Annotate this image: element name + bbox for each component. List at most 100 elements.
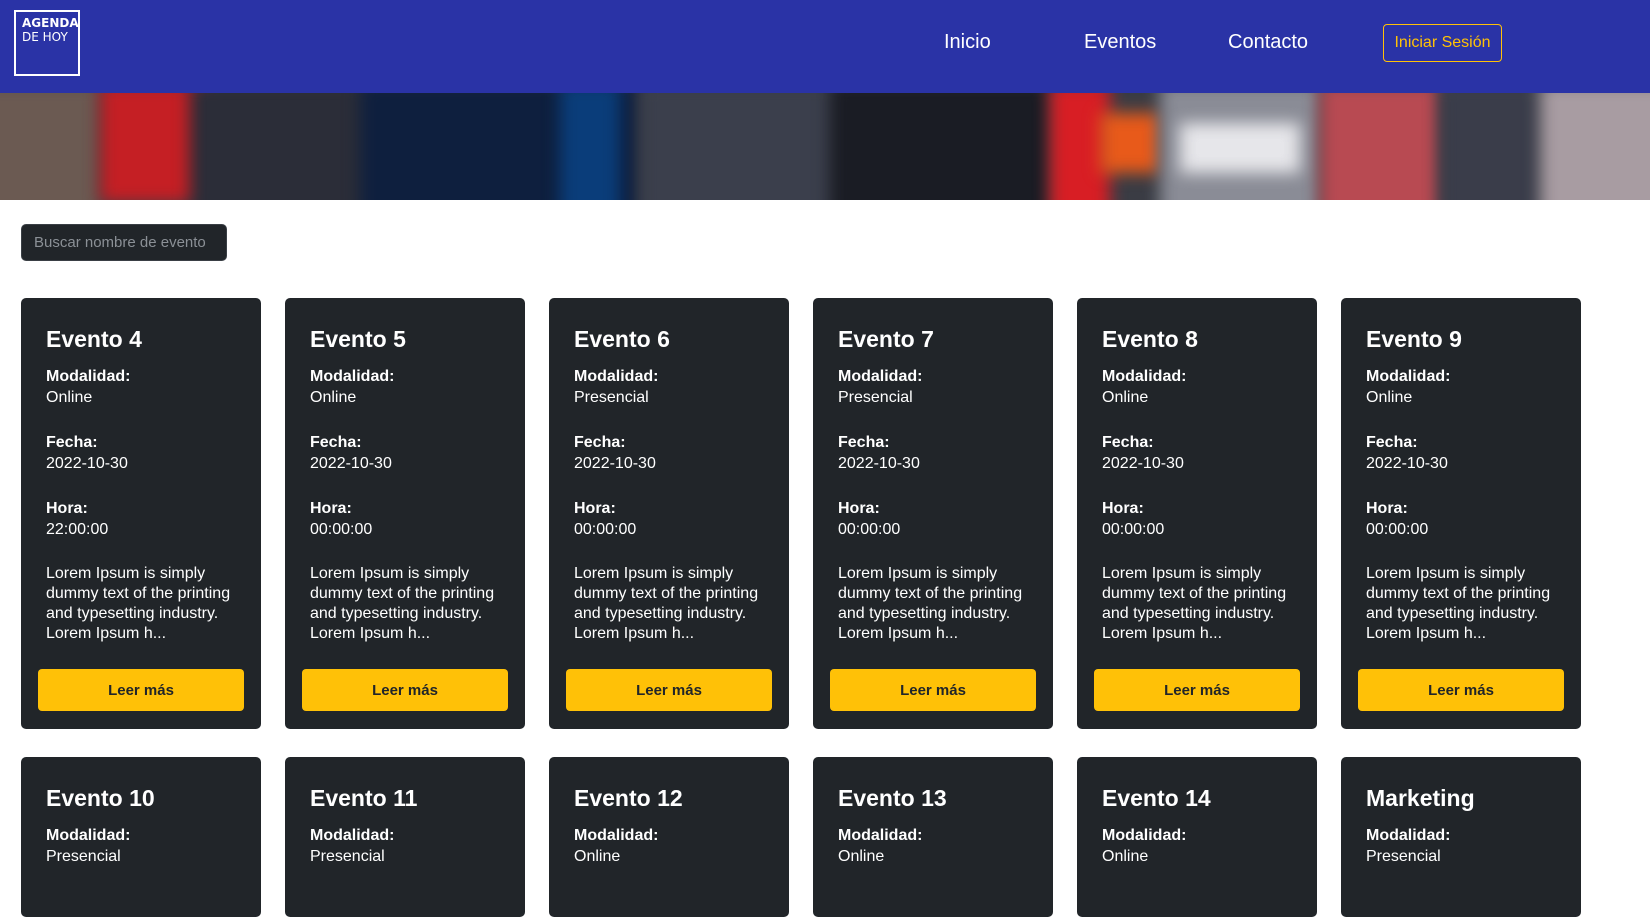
hero-banner: [0, 93, 1650, 200]
navbar: AGENDA DE HOY Inicio Eventos Contacto In…: [0, 0, 1650, 93]
event-title: Evento 4: [46, 326, 142, 352]
event-title: Marketing: [1366, 785, 1475, 811]
modalidad-label: Modalidad:: [46, 827, 131, 844]
event-title: Evento 5: [310, 326, 406, 352]
modalidad-value: Online: [838, 848, 885, 865]
modalidad-label: Modalidad:: [310, 368, 395, 385]
hero-photo-shape: [1100, 113, 1160, 173]
login-button[interactable]: Iniciar Sesión: [1383, 24, 1502, 62]
event-description: Lorem Ipsum is simply dummy text of the …: [1102, 565, 1287, 642]
modalidad-value: Presencial: [838, 389, 913, 406]
modalidad-label: Modalidad:: [46, 368, 131, 385]
event-card: Evento 6 Modalidad: Presencial Fecha: 2022-1…: [549, 298, 789, 729]
fecha-value: 2022-10-30: [310, 455, 392, 472]
hora-value: 22:00:00: [46, 521, 109, 538]
event-search-input[interactable]: [21, 224, 227, 261]
hero-photo-shape: [1440, 93, 1540, 200]
fecha-value: 2022-10-30: [46, 455, 128, 472]
hero-photo-shape: [0, 93, 100, 200]
fecha-label: Fecha:: [1102, 434, 1154, 451]
event-title: Evento 14: [1102, 785, 1211, 811]
event-description: Lorem Ipsum is simply dummy text of the …: [310, 565, 495, 642]
modalidad-value: Online: [574, 848, 621, 865]
event-title: Evento 12: [574, 785, 683, 811]
event-card: Evento 9 Modalidad: Online Fecha: 2022-10-30…: [1341, 298, 1581, 729]
event-card: Evento 5 Modalidad: Online Fecha: 2022-10-30…: [285, 298, 525, 729]
modalidad-label: Modalidad:: [310, 827, 395, 844]
modalidad-label: Modalidad:: [838, 827, 923, 844]
read-more-button[interactable]: Leer más: [1358, 669, 1564, 711]
hero-photo-shape: [560, 93, 620, 200]
hero-photo-shape: [1180, 123, 1300, 173]
event-description: Lorem Ipsum is simply dummy text of the …: [838, 565, 1023, 642]
event-description: Lorem Ipsum is simply dummy text of the …: [1366, 565, 1551, 642]
event-title: Evento 11: [310, 785, 418, 811]
fecha-value: 2022-10-30: [838, 455, 920, 472]
event-description: Lorem Ipsum is simply dummy text of the …: [574, 565, 759, 642]
modalidad-value: Presencial: [574, 389, 649, 406]
modalidad-value: Online: [310, 389, 357, 406]
nav-contacto[interactable]: Contacto: [1228, 31, 1308, 54]
nav-eventos[interactable]: Eventos: [1084, 31, 1156, 54]
event-title: Evento 10: [46, 785, 155, 811]
event-card: Marketing Modalidad: Presencial: [1341, 757, 1581, 917]
hora-value: 00:00:00: [838, 521, 901, 538]
modalidad-label: Modalidad:: [574, 827, 659, 844]
hora-value: 00:00:00: [310, 521, 373, 538]
event-card: Evento 10 Modalidad: Presencial: [21, 757, 261, 917]
modalidad-label: Modalidad:: [1102, 827, 1187, 844]
modalidad-label: Modalidad:: [838, 368, 923, 385]
modalidad-label: Modalidad:: [1366, 827, 1451, 844]
fecha-value: 2022-10-30: [574, 455, 656, 472]
read-more-button[interactable]: Leer más: [38, 669, 244, 711]
logo-line-2: DE HOY: [22, 30, 68, 44]
event-title: Evento 7: [838, 326, 934, 352]
event-card: Evento 4 Modalidad: Online Fecha: 2022-10-30…: [21, 298, 261, 729]
hero-photo-shape: [830, 93, 1050, 200]
hora-label: Hora:: [574, 500, 616, 517]
hora-value: 00:00:00: [1102, 521, 1165, 538]
read-more-button[interactable]: Leer más: [302, 669, 508, 711]
modalidad-value: Presencial: [310, 848, 385, 865]
fecha-label: Fecha:: [574, 434, 626, 451]
modalidad-value: Online: [1102, 848, 1149, 865]
read-more-button[interactable]: Leer más: [1094, 669, 1300, 711]
fecha-label: Fecha:: [46, 434, 98, 451]
event-title: Evento 13: [838, 785, 947, 811]
event-card: Evento 8 Modalidad: Online Fecha: 2022-10-30…: [1077, 298, 1317, 729]
hora-label: Hora:: [46, 500, 88, 517]
modalidad-value: Presencial: [46, 848, 121, 865]
event-card: Evento 11 Modalidad: Presencial: [285, 757, 525, 917]
read-more-button[interactable]: Leer más: [830, 669, 1036, 711]
event-card: Evento 13 Modalidad: Online: [813, 757, 1053, 917]
modalidad-label: Modalidad:: [1366, 368, 1451, 385]
event-card: Evento 7 Modalidad: Presencial Fecha: 2022-1…: [813, 298, 1053, 729]
hora-label: Hora:: [310, 500, 352, 517]
fecha-value: 2022-10-30: [1366, 455, 1448, 472]
logo-line-1: AGENDA: [22, 16, 79, 30]
hora-value: 00:00:00: [574, 521, 637, 538]
modalidad-label: Modalidad:: [574, 368, 659, 385]
fecha-value: 2022-10-30: [1102, 455, 1184, 472]
modalidad-value: Presencial: [1366, 848, 1441, 865]
hora-value: 00:00:00: [1366, 521, 1429, 538]
modalidad-value: Online: [1102, 389, 1149, 406]
hora-label: Hora:: [1102, 500, 1144, 517]
nav-inicio[interactable]: Inicio: [944, 31, 991, 54]
event-description: Lorem Ipsum is simply dummy text of the …: [46, 565, 231, 642]
hero-photo-shape: [1320, 93, 1440, 200]
site-logo[interactable]: AGENDA DE HOY: [14, 10, 80, 76]
read-more-button[interactable]: Leer más: [566, 669, 772, 711]
hero-photo-shape: [1540, 93, 1650, 200]
event-card: Evento 12 Modalidad: Online: [549, 757, 789, 917]
event-card: Evento 14 Modalidad: Online: [1077, 757, 1317, 917]
event-title: Evento 9: [1366, 326, 1462, 352]
hero-photo-shape: [190, 93, 370, 200]
modalidad-label: Modalidad:: [1102, 368, 1187, 385]
hero-photo-shape: [640, 93, 840, 200]
hora-label: Hora:: [838, 500, 880, 517]
event-title: Evento 8: [1102, 326, 1198, 352]
modalidad-value: Online: [1366, 389, 1413, 406]
fecha-label: Fecha:: [838, 434, 890, 451]
hora-label: Hora:: [1366, 500, 1408, 517]
